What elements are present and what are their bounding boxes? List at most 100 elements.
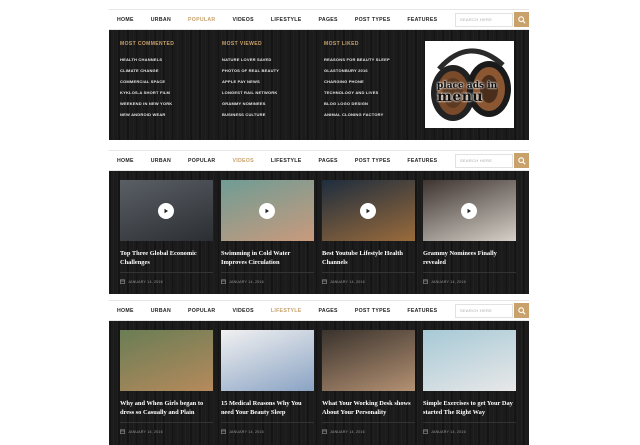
menu-link[interactable]: Health Channels [120, 54, 174, 65]
menu-link[interactable]: Business Culture [222, 109, 279, 120]
post-meta: January 14, 2016 [423, 422, 516, 434]
main-navbar: Home Urban Popular Videos Lifestyle Pages Post… [109, 9, 529, 30]
calendar-icon [221, 429, 226, 434]
nav-item-home[interactable]: Home [117, 158, 134, 164]
ad-caption: place ads in menu [437, 81, 497, 104]
post-meta: January 14, 2016 [221, 422, 314, 434]
post-thumbnail[interactable] [221, 330, 314, 391]
post-title[interactable]: Best Youtube Lifestyle Health Channels [322, 249, 415, 267]
search-button[interactable] [514, 153, 529, 168]
calendar-icon [423, 429, 428, 434]
play-icon[interactable] [360, 203, 376, 219]
post-date: January 14, 2016 [431, 279, 466, 284]
post-card[interactable]: What Your Working Desk shows About Your … [322, 330, 415, 434]
calendar-icon [120, 279, 125, 284]
nav-item-home[interactable]: Home [117, 308, 134, 314]
column-title: Most Viewed [222, 41, 262, 47]
mega-menu-lifestyle: Why and When Girls began to dress so Cas… [109, 321, 529, 445]
menu-link[interactable]: Kyklos-A Short Film [120, 87, 174, 98]
play-icon[interactable] [158, 203, 174, 219]
search-icon [517, 156, 526, 165]
column-title: Most Commented [120, 41, 175, 47]
post-title[interactable]: Why and When Girls began to dress so Cas… [120, 399, 213, 417]
menu-link[interactable]: Technology and Lives [324, 87, 390, 98]
nav-item-lifestyle[interactable]: Lifestyle [271, 308, 302, 314]
nav-item-features[interactable]: Features [407, 308, 437, 314]
nav-item-popular[interactable]: Popular [188, 308, 215, 314]
post-card[interactable]: Top Three Global Economic Challenges Janu… [120, 180, 213, 284]
nav-item-lifestyle[interactable]: Lifestyle [271, 17, 302, 23]
post-thumbnail[interactable] [322, 180, 415, 241]
nav-item-urban[interactable]: Urban [151, 17, 171, 23]
nav-item-popular[interactable]: Popular [188, 17, 215, 23]
nav-item-videos[interactable]: Videos [232, 17, 253, 23]
post-thumbnail[interactable] [423, 330, 516, 391]
menu-link[interactable]: Glastonbury 2016 [324, 65, 390, 76]
search-input[interactable]: Search here [455, 303, 513, 318]
nav-item-home[interactable]: Home [117, 17, 134, 23]
nav-item-post-types[interactable]: Post Types [355, 17, 391, 23]
nav-item-urban[interactable]: Urban [151, 158, 171, 164]
menu-link[interactable]: Charging Phone [324, 76, 390, 87]
nav-item-post-types[interactable]: Post Types [355, 158, 391, 164]
post-card[interactable]: Simple Exercises to get Your Day started… [423, 330, 516, 434]
post-title[interactable]: Top Three Global Economic Challenges [120, 249, 213, 267]
nav-item-lifestyle[interactable]: Lifestyle [271, 158, 302, 164]
post-meta: January 14, 2016 [423, 272, 516, 284]
post-title[interactable]: 15 Medical Reasons Why You need Your Bea… [221, 399, 314, 417]
ad-banner[interactable]: place ads in menu [425, 41, 514, 128]
post-title[interactable]: Simple Exercises to get Your Day started… [423, 399, 516, 417]
post-title[interactable]: Swimming in Cold Water Improves Circulat… [221, 249, 314, 267]
post-thumbnail[interactable] [322, 330, 415, 391]
menu-link[interactable]: New Android Wear [120, 109, 174, 120]
menu-link[interactable]: Apple Pay News [222, 76, 279, 87]
post-date: January 14, 2016 [229, 279, 264, 284]
nav-item-popular[interactable]: Popular [188, 158, 215, 164]
nav-item-post-types[interactable]: Post Types [355, 308, 391, 314]
play-icon[interactable] [461, 203, 477, 219]
menu-column-most-commented: Most Commented Health Channels Climate Ch… [120, 41, 174, 120]
post-card[interactable]: Why and When Girls began to dress so Cas… [120, 330, 213, 434]
menu-link[interactable]: Animal Cloning Factory [324, 109, 390, 120]
post-date: January 14, 2016 [128, 279, 163, 284]
post-title[interactable]: Grammy Nominees Finally revealed [423, 249, 516, 267]
search-input[interactable]: Search here [455, 12, 513, 27]
post-date: January 14, 2016 [229, 429, 264, 434]
nav-item-pages[interactable]: Pages [319, 158, 338, 164]
nav-item-pages[interactable]: Pages [319, 17, 338, 23]
search-button[interactable] [514, 12, 529, 27]
search-form: Search here [455, 151, 529, 170]
nav-item-features[interactable]: Features [407, 17, 437, 23]
mega-menu-popular: Most Commented Health Channels Climate Ch… [109, 30, 529, 140]
menu-link[interactable]: Weekend in New York [120, 98, 174, 109]
menu-link[interactable]: Blog Logo Design [324, 98, 390, 109]
post-card[interactable]: Grammy Nominees Finally revealed January … [423, 180, 516, 284]
post-thumbnail[interactable] [120, 180, 213, 241]
play-icon[interactable] [259, 203, 275, 219]
post-card[interactable]: Swimming in Cold Water Improves Circulat… [221, 180, 314, 284]
calendar-icon [120, 429, 125, 434]
menu-link[interactable]: Photos of Real Beauty [222, 65, 279, 76]
mega-menu-videos: Top Three Global Economic Challenges Janu… [109, 171, 529, 294]
nav-item-urban[interactable]: Urban [151, 308, 171, 314]
post-thumbnail[interactable] [120, 330, 213, 391]
post-title[interactable]: What Your Working Desk shows About Your … [322, 399, 415, 417]
menu-link[interactable]: Grammy Nominees [222, 98, 279, 109]
nav-item-pages[interactable]: Pages [319, 308, 338, 314]
menu-link[interactable]: Commercial Space [120, 76, 174, 87]
post-card[interactable]: 15 Medical Reasons Why You need Your Bea… [221, 330, 314, 434]
column-title: Most Liked [324, 41, 359, 47]
menu-link[interactable]: Longest Rail Network [222, 87, 279, 98]
nav-item-videos[interactable]: Videos [232, 158, 253, 164]
post-thumbnail[interactable] [221, 180, 314, 241]
menu-link[interactable]: Nature Lover Saved [222, 54, 279, 65]
search-input[interactable]: Search here [455, 153, 513, 168]
post-meta: January 14, 2016 [120, 272, 213, 284]
menu-link[interactable]: Reasons for Beauty Sleep [324, 54, 390, 65]
post-card[interactable]: Best Youtube Lifestyle Health Channels Ja… [322, 180, 415, 284]
nav-item-features[interactable]: Features [407, 158, 437, 164]
search-button[interactable] [514, 303, 529, 318]
post-thumbnail[interactable] [423, 180, 516, 241]
menu-link[interactable]: Climate Change [120, 65, 174, 76]
nav-item-videos[interactable]: Videos [232, 308, 253, 314]
